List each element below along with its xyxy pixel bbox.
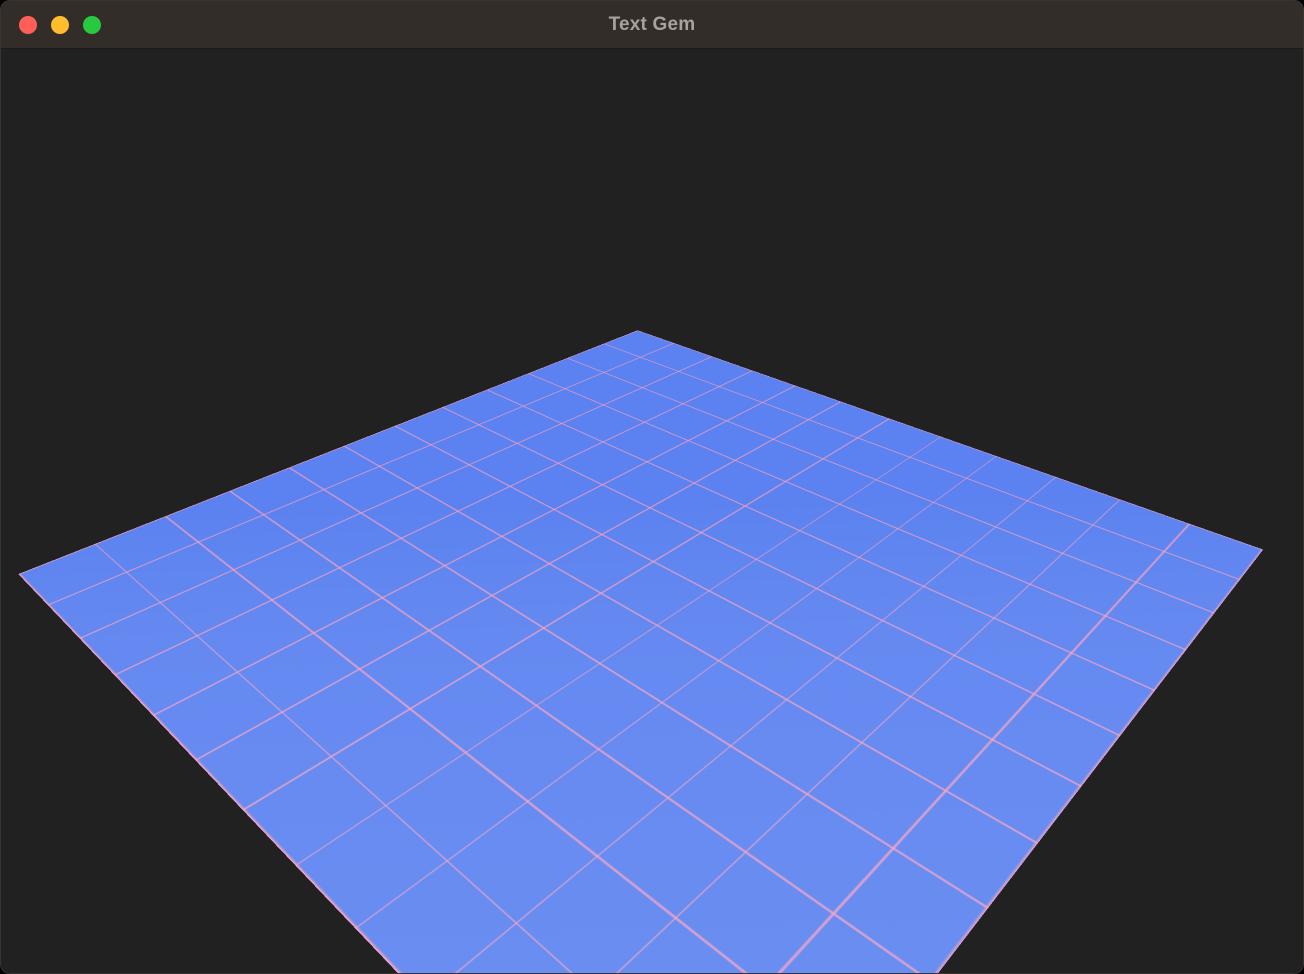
window-title: Text Gem bbox=[609, 14, 696, 36]
close-button[interactable] bbox=[19, 16, 37, 34]
app-window: Text Gem bbox=[0, 0, 1304, 974]
title-bar[interactable]: Text Gem bbox=[1, 1, 1303, 49]
traffic-lights bbox=[19, 16, 101, 34]
maximize-button[interactable] bbox=[83, 16, 101, 34]
grid-container bbox=[1, 49, 1303, 973]
grid-shade-overlay bbox=[18, 330, 1263, 973]
minimize-button[interactable] bbox=[51, 16, 69, 34]
grid-plane[interactable] bbox=[18, 330, 1263, 973]
viewport-3d[interactable] bbox=[1, 49, 1303, 973]
